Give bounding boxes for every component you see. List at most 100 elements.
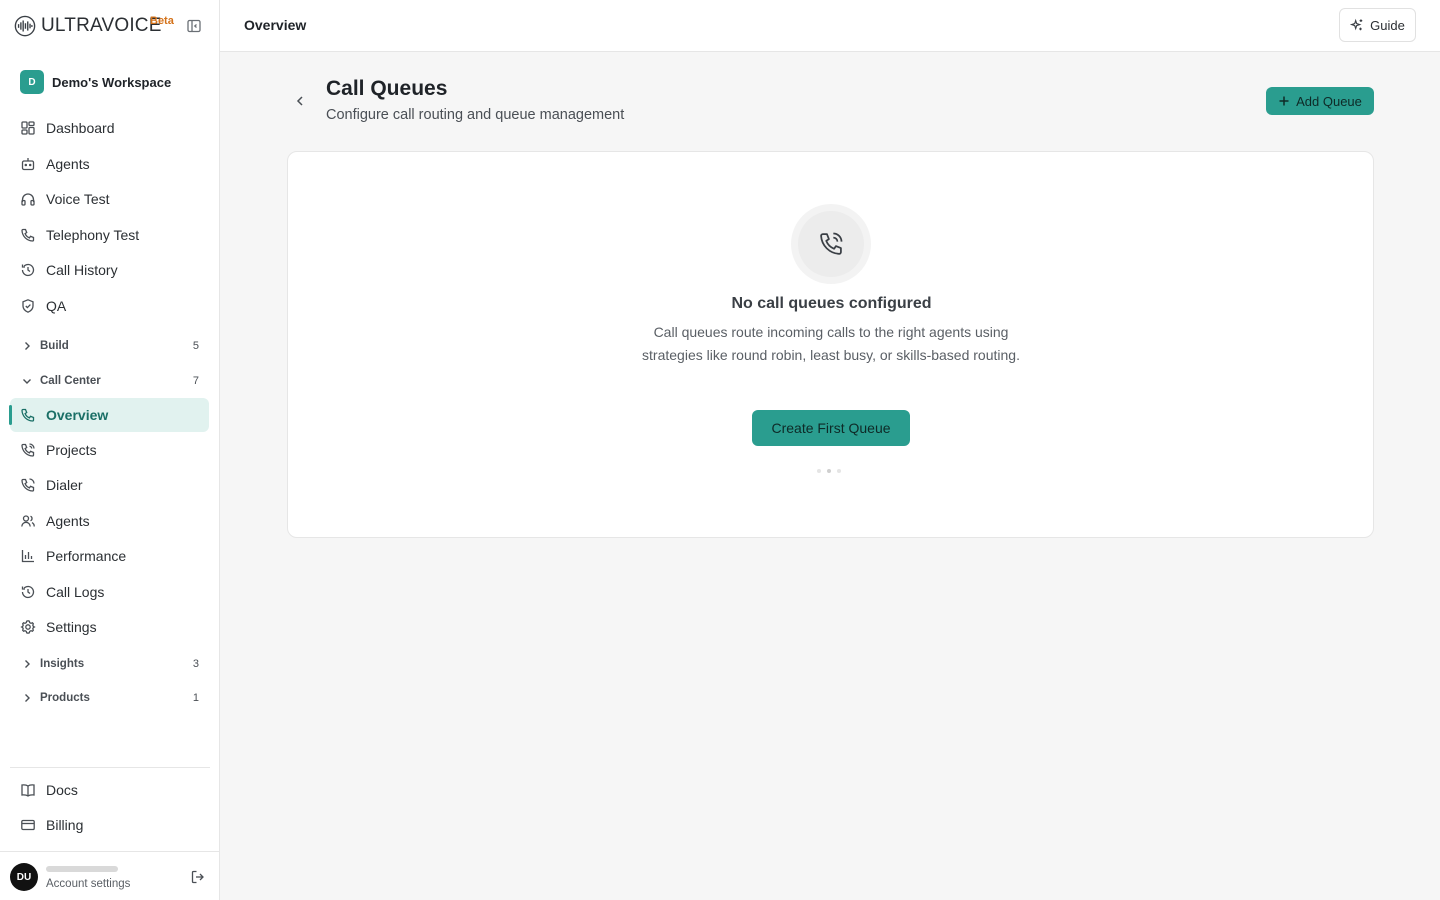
sidebar-group-insights[interactable]: Insights 3	[10, 651, 209, 677]
shield-check-icon	[20, 298, 36, 314]
group-label: Insights	[40, 658, 85, 670]
sidebar-item-label: Projects	[46, 442, 97, 458]
group-label: Build	[40, 340, 69, 352]
loading-dots	[817, 469, 841, 473]
guide-label: Guide	[1370, 17, 1405, 33]
sidebar-item-label: Docs	[46, 782, 78, 798]
bar-chart-icon	[20, 548, 36, 564]
logout-icon[interactable]	[190, 869, 206, 885]
breadcrumb: Overview	[244, 17, 307, 33]
dashboard-icon	[20, 120, 36, 136]
chevron-right-icon	[25, 694, 30, 702]
group-count: 7	[192, 375, 199, 387]
group-count: 5	[192, 340, 199, 352]
account-settings-label: Account settings	[46, 878, 131, 890]
collapse-sidebar-icon[interactable]	[186, 18, 202, 34]
sidebar-group-call-center[interactable]: Call Center 7	[10, 368, 209, 394]
credit-card-icon	[20, 817, 36, 833]
gear-icon	[20, 619, 36, 635]
sidebar: ULTRAVOICE Beta D Demo's Workspace Dashb…	[0, 0, 220, 900]
sidebar-item-performance[interactable]: Performance	[10, 539, 209, 573]
sidebar-item-settings[interactable]: Settings	[10, 610, 209, 644]
sidebar-item-label: Agents	[46, 156, 90, 172]
sidebar-group-products[interactable]: Products 1	[10, 685, 209, 711]
loading-dot	[837, 469, 841, 473]
sidebar-item-label: Dashboard	[46, 120, 115, 136]
sidebar-item-label: Call History	[46, 262, 118, 278]
sidebar-item-telephony-test[interactable]: Telephony Test	[10, 218, 209, 252]
sidebar-item-dialer[interactable]: Dialer	[10, 468, 209, 502]
ultravoice-logo-icon	[14, 15, 36, 37]
sidebar-item-voice-test[interactable]: Voice Test	[10, 182, 209, 216]
users-icon	[20, 513, 36, 529]
back-chevron-icon[interactable]	[292, 93, 308, 109]
sidebar-item-call-history[interactable]: Call History	[10, 253, 209, 287]
create-first-queue-button[interactable]: Create First Queue	[752, 410, 910, 446]
redacted-username	[46, 866, 118, 872]
phone-call-icon	[20, 442, 36, 458]
create-first-queue-label: Create First Queue	[771, 420, 891, 436]
brand-name: ULTRAVOICE	[41, 15, 162, 36]
workspace-name: Demo's Workspace	[52, 74, 172, 90]
workspace-switcher[interactable]: D Demo's Workspace	[10, 64, 210, 100]
sidebar-item-label: Voice Test	[46, 191, 110, 207]
add-queue-button[interactable]: Add Queue	[1266, 87, 1374, 115]
sidebar-item-overview[interactable]: Overview	[9, 398, 209, 432]
book-icon	[20, 782, 36, 798]
group-count: 3	[192, 658, 199, 670]
bot-icon	[20, 156, 36, 172]
sidebar-item-agents[interactable]: Agents	[10, 147, 209, 181]
page-subtitle: Configure call routing and queue managem…	[326, 107, 625, 123]
empty-state-icon-container	[791, 204, 871, 284]
sidebar-item-billing[interactable]: Billing	[10, 808, 209, 842]
sidebar-item-label: Telephony Test	[46, 227, 140, 243]
phone-icon	[20, 227, 36, 243]
sidebar-item-label: Performance	[46, 548, 127, 564]
empty-state-card: No call queues configured Call queues ro…	[287, 151, 1374, 538]
active-indicator	[9, 405, 12, 425]
chevron-right-icon	[25, 342, 30, 350]
sidebar-divider	[0, 851, 220, 852]
sidebar-item-label: QA	[46, 298, 67, 314]
sidebar-item-dashboard[interactable]: Dashboard	[10, 111, 209, 145]
phone-call-icon	[820, 232, 843, 255]
workspace-avatar: D	[20, 70, 44, 94]
brand-logo-area[interactable]: ULTRAVOICE Beta	[14, 12, 174, 40]
sidebar-item-label: Settings	[46, 619, 97, 635]
loading-dot	[817, 469, 821, 473]
plus-icon	[1279, 96, 1289, 106]
loading-dot	[827, 469, 831, 473]
sidebar-item-label: Billing	[46, 817, 84, 833]
sidebar-group-build[interactable]: Build 5	[10, 333, 209, 359]
sidebar-item-label: Agents	[46, 513, 90, 529]
phone-icon	[20, 407, 36, 423]
sidebar-item-label: Dialer	[46, 477, 83, 493]
guide-button[interactable]: Guide	[1339, 8, 1416, 42]
account-settings[interactable]: DU Account settings	[10, 862, 210, 892]
beta-badge: Beta	[150, 15, 174, 27]
group-count: 1	[192, 692, 199, 704]
chevron-down-icon	[23, 379, 31, 384]
sidebar-item-qa[interactable]: QA	[10, 289, 209, 323]
phone-outgoing-icon	[20, 477, 36, 493]
sidebar-item-projects[interactable]: Projects	[10, 433, 209, 467]
sparkles-icon	[1350, 18, 1363, 31]
empty-state-title: No call queues configured	[731, 295, 932, 312]
top-bar: Overview Guide	[220, 0, 1440, 52]
group-label: Products	[40, 692, 90, 704]
sidebar-item-label: Overview	[46, 407, 109, 423]
sidebar-item-label: Call Logs	[46, 584, 105, 600]
history-icon	[20, 262, 36, 278]
headphones-icon	[20, 191, 36, 207]
avatar: DU	[10, 863, 38, 891]
add-queue-label: Add Queue	[1296, 93, 1362, 109]
chevron-right-icon	[25, 660, 30, 668]
page-title: Call Queues	[326, 77, 448, 100]
sidebar-item-call-logs[interactable]: Call Logs	[10, 575, 209, 609]
empty-state-icon-circle	[798, 211, 864, 277]
sidebar-item-docs[interactable]: Docs	[10, 773, 209, 807]
sidebar-divider	[10, 767, 210, 768]
account-text: Account settings	[46, 864, 130, 890]
history-icon	[20, 584, 36, 600]
sidebar-item-cc-agents[interactable]: Agents	[10, 504, 209, 538]
